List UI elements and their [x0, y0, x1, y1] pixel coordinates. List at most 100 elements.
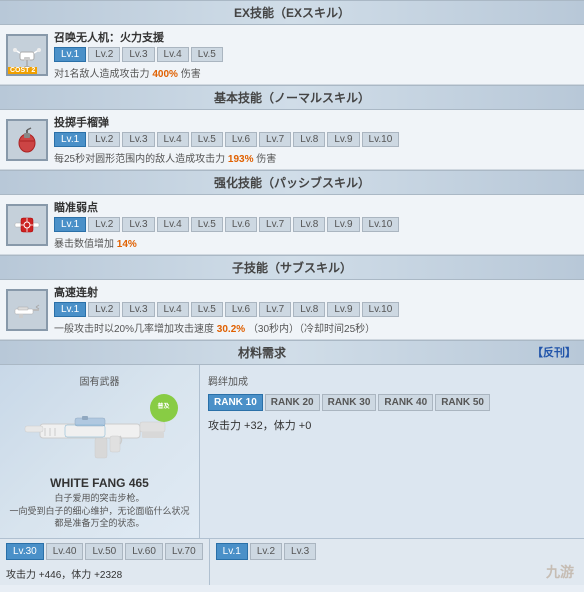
weapon-name: WHITE FANG 465	[50, 476, 149, 490]
sub-level-3[interactable]: Lv.3	[122, 302, 154, 317]
basic-skill-row: 投掷手榴弹 Lv.1 Lv.2 Lv.3 Lv.4 Lv.5 Lv.6 Lv.7…	[0, 110, 584, 170]
enhance-level-2[interactable]: Lv.2	[88, 217, 120, 232]
enhance-level-10[interactable]: Lv.10	[362, 217, 400, 232]
watermark: 九游	[546, 562, 574, 582]
rank-40[interactable]: RANK 40	[378, 394, 433, 411]
materials-body: 固有武器	[0, 365, 584, 538]
ex-skill-section: EX技能（EXスキル） COST 2 召唤无人机：火力支援 Lv.1 Lv.2 …	[0, 0, 584, 85]
enhance-level-8[interactable]: Lv.8	[293, 217, 325, 232]
ex-level-4[interactable]: Lv.4	[157, 47, 189, 62]
enhance-skill-header: 强化技能（パッシブスキル）	[0, 170, 584, 195]
scope-icon	[12, 210, 42, 240]
rapid-fire-icon	[12, 295, 42, 325]
materials-action-btn[interactable]: 【反刊】	[524, 341, 584, 364]
bottom-level-30[interactable]: Lv.30	[6, 543, 44, 560]
bottom-level-section: Lv.30 Lv.40 Lv.50 Lv.60 Lv.70 攻击力 +446，体…	[0, 538, 584, 585]
bottom-level-60[interactable]: Lv.60	[125, 543, 163, 560]
materials-section: 材料需求 【反刊】 固有武器	[0, 340, 584, 585]
basic-level-9[interactable]: Lv.9	[327, 132, 359, 147]
basic-level-4[interactable]: Lv.4	[157, 132, 189, 147]
enhance-level-6[interactable]: Lv.6	[225, 217, 257, 232]
ex-level-1[interactable]: Lv.1	[54, 47, 86, 62]
basic-skill-content: 投掷手榴弹 Lv.1 Lv.2 Lv.3 Lv.4 Lv.5 Lv.6 Lv.7…	[54, 114, 578, 165]
enhance-skill-name: 瞄准弱点	[54, 199, 578, 215]
basic-level-10[interactable]: Lv.10	[362, 132, 400, 147]
bottom-right-level-2[interactable]: Lv.2	[250, 543, 282, 560]
weapon-desc: 白子爱用的突击步枪。 一向受到白子的细心维护，无论面临什么状况都是准备万全的状态…	[8, 492, 191, 530]
ex-level-2[interactable]: Lv.2	[88, 47, 120, 62]
bottom-level-50[interactable]: Lv.50	[85, 543, 123, 560]
bottom-level-40[interactable]: Lv.40	[46, 543, 84, 560]
sub-skill-level-bar: Lv.1 Lv.2 Lv.3 Lv.4 Lv.5 Lv.6 Lv.7 Lv.8 …	[54, 302, 578, 317]
ex-skill-row: COST 2 召唤无人机：火力支援 Lv.1 Lv.2 Lv.3 Lv.4 Lv…	[0, 25, 584, 85]
rank-50[interactable]: RANK 50	[435, 394, 490, 411]
bonus-col-header: 羁绊加成	[208, 373, 576, 388]
sub-level-10[interactable]: Lv.10	[362, 302, 400, 317]
weapon-badge: 普及	[150, 394, 178, 422]
bottom-level-bar: Lv.30 Lv.40 Lv.50 Lv.60 Lv.70	[0, 539, 209, 564]
enhance-skill-level-bar: Lv.1 Lv.2 Lv.3 Lv.4 Lv.5 Lv.6 Lv.7 Lv.8 …	[54, 217, 578, 232]
basic-level-1[interactable]: Lv.1	[54, 132, 86, 147]
drone-icon	[12, 40, 42, 70]
basic-skill-section: 基本技能（ノーマルスキル） 投掷手榴弹 Lv.1 Lv.2 Lv.3 Lv.4 …	[0, 85, 584, 170]
ex-skill-header: EX技能（EXスキル）	[0, 0, 584, 25]
rank-10[interactable]: RANK 10	[208, 394, 263, 411]
bottom-right-panel: Lv.1 Lv.2 Lv.3	[210, 539, 584, 585]
basic-skill-header: 基本技能（ノーマルスキル）	[0, 85, 584, 110]
bottom-left-panel: Lv.30 Lv.40 Lv.50 Lv.60 Lv.70 攻击力 +446，体…	[0, 539, 210, 585]
sub-level-1[interactable]: Lv.1	[54, 302, 86, 317]
sub-skill-row: 高速连射 Lv.1 Lv.2 Lv.3 Lv.4 Lv.5 Lv.6 Lv.7 …	[0, 280, 584, 340]
sub-level-7[interactable]: Lv.7	[259, 302, 291, 317]
enhance-level-9[interactable]: Lv.9	[327, 217, 359, 232]
weapon-col-header: 固有武器	[80, 373, 120, 388]
basic-level-8[interactable]: Lv.8	[293, 132, 325, 147]
basic-skill-name: 投掷手榴弹	[54, 114, 578, 130]
basic-level-5[interactable]: Lv.5	[191, 132, 223, 147]
bottom-right-level-bar: Lv.1 Lv.2 Lv.3	[216, 543, 578, 560]
bottom-right-level-3[interactable]: Lv.3	[284, 543, 316, 560]
sub-skill-name: 高速连射	[54, 284, 578, 300]
basic-level-2[interactable]: Lv.2	[88, 132, 120, 147]
sub-level-9[interactable]: Lv.9	[327, 302, 359, 317]
enhance-level-4[interactable]: Lv.4	[157, 217, 189, 232]
sub-level-6[interactable]: Lv.6	[225, 302, 257, 317]
basic-level-3[interactable]: Lv.3	[122, 132, 154, 147]
basic-skill-desc: 每25秒对圆形范围内的敌人造成攻击力 193% 伤害	[54, 150, 578, 165]
cost-badge: COST 2	[8, 67, 37, 74]
enhance-skill-icon	[6, 204, 48, 246]
sub-skill-content: 高速连射 Lv.1 Lv.2 Lv.3 Lv.4 Lv.5 Lv.6 Lv.7 …	[54, 284, 578, 335]
weapon-image: 普及	[20, 392, 180, 472]
enhance-level-3[interactable]: Lv.3	[122, 217, 154, 232]
bottom-right-level-1[interactable]: Lv.1	[216, 543, 248, 560]
sub-skill-section: 子技能（サブスキル） 高速连射 Lv.1 Lv.2 Lv.3 Lv.4 Lv.5…	[0, 255, 584, 340]
sub-level-8[interactable]: Lv.8	[293, 302, 325, 317]
ex-level-5[interactable]: Lv.5	[191, 47, 223, 62]
materials-title: 材料需求	[0, 341, 524, 364]
rank-20[interactable]: RANK 20	[265, 394, 320, 411]
ex-skill-desc: 对1名敌人造成攻击力 400% 伤害	[54, 65, 578, 80]
enhance-skill-content: 瞄准弱点 Lv.1 Lv.2 Lv.3 Lv.4 Lv.5 Lv.6 Lv.7 …	[54, 199, 578, 250]
sub-skill-desc: 一般攻击时以20%几率增加攻击速度 30.2% （30秒内）（冷却时间25秒）	[54, 320, 578, 335]
sub-level-5[interactable]: Lv.5	[191, 302, 223, 317]
basic-level-6[interactable]: Lv.6	[225, 132, 257, 147]
enhance-level-7[interactable]: Lv.7	[259, 217, 291, 232]
rank-30[interactable]: RANK 30	[322, 394, 377, 411]
basic-level-7[interactable]: Lv.7	[259, 132, 291, 147]
sub-level-2[interactable]: Lv.2	[88, 302, 120, 317]
materials-header: 材料需求 【反刊】	[0, 340, 584, 365]
ex-skill-content: 召唤无人机：火力支援 Lv.1 Lv.2 Lv.3 Lv.4 Lv.5 对1名敌…	[54, 29, 578, 80]
basic-skill-level-bar: Lv.1 Lv.2 Lv.3 Lv.4 Lv.5 Lv.6 Lv.7 Lv.8 …	[54, 132, 578, 147]
ex-level-3[interactable]: Lv.3	[122, 47, 154, 62]
ex-skill-icon: COST 2	[6, 34, 48, 76]
sub-level-4[interactable]: Lv.4	[157, 302, 189, 317]
grenade-icon	[12, 125, 42, 155]
basic-skill-icon	[6, 119, 48, 161]
enhance-level-1[interactable]: Lv.1	[54, 217, 86, 232]
bottom-level-70[interactable]: Lv.70	[165, 543, 203, 560]
enhance-level-5[interactable]: Lv.5	[191, 217, 223, 232]
bottom-stat: 攻击力 +446，体力 +2328	[0, 564, 209, 585]
bonus-desc: 攻击力 +32，体力 +0	[208, 417, 576, 433]
sub-skill-icon	[6, 289, 48, 331]
ex-skill-level-bar: Lv.1 Lv.2 Lv.3 Lv.4 Lv.5	[54, 47, 578, 62]
sub-skill-header: 子技能（サブスキル）	[0, 255, 584, 280]
